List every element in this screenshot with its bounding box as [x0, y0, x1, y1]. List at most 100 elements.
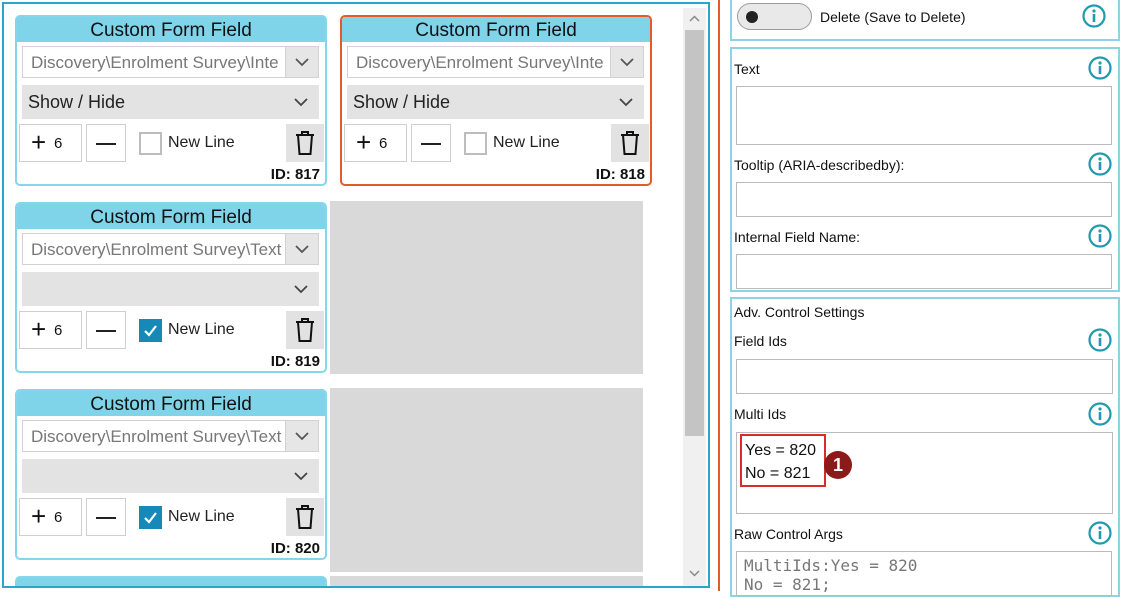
field-path-value: Discovery\Enrolment Survey\Text	[31, 240, 282, 259]
increase-width-button[interactable]: + 6	[19, 498, 82, 536]
vertical-scrollbar[interactable]	[683, 8, 706, 586]
check-icon	[144, 512, 157, 524]
info-icon[interactable]	[1088, 521, 1112, 545]
field-ids-input[interactable]	[736, 359, 1113, 394]
toggle-knob	[746, 11, 758, 23]
minus-icon	[96, 143, 116, 145]
width-value: 6	[54, 322, 63, 339]
callout-number-badge: 1	[824, 451, 852, 479]
delete-toggle[interactable]	[737, 3, 812, 30]
new-line-label: New Line	[168, 321, 235, 338]
delete-toggle-label: Delete (Save to Delete)	[820, 9, 966, 25]
plus-icon: +	[31, 501, 47, 531]
delete-field-button[interactable]	[286, 124, 324, 162]
text-input[interactable]	[736, 86, 1112, 145]
form-field-card[interactable]: Custom Form Field Discovery\Enrolment Su…	[15, 15, 327, 186]
internal-field-name-label: Internal Field Name:	[734, 229, 861, 245]
increase-width-button[interactable]: + 6	[19, 311, 82, 349]
delete-field-button[interactable]	[286, 498, 324, 536]
empty-layout-slot	[330, 576, 643, 586]
chevron-down-icon[interactable]	[285, 47, 318, 77]
scroll-down-arrow-icon[interactable]	[683, 562, 706, 584]
card-title: Custom Form Field	[17, 391, 325, 416]
new-line-checkbox[interactable]	[139, 319, 162, 342]
form-field-card-selected[interactable]: Custom Form Field Discovery\Enrolment Su…	[340, 15, 652, 186]
plus-icon: +	[356, 127, 372, 157]
empty-layout-slot	[330, 388, 643, 572]
decrease-width-button[interactable]	[86, 124, 126, 162]
visibility-mode-value: Show / Hide	[28, 92, 126, 112]
raw-args-line: MultiIds:Yes = 820	[744, 556, 918, 575]
info-icon[interactable]	[1088, 328, 1112, 352]
info-icon[interactable]	[1088, 152, 1112, 176]
minus-icon	[96, 330, 116, 332]
field-ids-label: Field Ids	[734, 333, 787, 349]
raw-control-args-label: Raw Control Args	[734, 526, 843, 542]
tooltip-input[interactable]	[736, 182, 1112, 217]
new-line-label: New Line	[168, 134, 235, 151]
visibility-mode-select[interactable]: Show / Hide	[347, 85, 644, 119]
trash-icon	[621, 131, 639, 155]
internal-field-name-input[interactable]	[736, 254, 1112, 289]
trash-icon	[296, 505, 314, 529]
card-title: Custom Form Field	[342, 17, 650, 42]
field-path-value: Discovery\Enrolment Survey\Inte	[31, 53, 279, 72]
text-label: Text	[734, 61, 760, 77]
delete-field-button[interactable]	[611, 124, 649, 162]
panel-divider[interactable]	[718, 0, 720, 591]
minus-icon	[96, 517, 116, 519]
field-path-select[interactable]: Discovery\Enrolment Survey\Inte	[22, 46, 319, 78]
form-field-card-partial[interactable]	[15, 576, 327, 586]
increase-width-button[interactable]: + 6	[344, 124, 407, 162]
visibility-mode-value: Show / Hide	[353, 92, 451, 112]
plus-icon: +	[31, 127, 47, 157]
width-value: 6	[54, 509, 63, 526]
chevron-down-icon[interactable]	[285, 234, 318, 264]
check-icon	[144, 325, 157, 337]
chevron-down-icon[interactable]	[610, 47, 643, 77]
increase-width-button[interactable]: + 6	[19, 124, 82, 162]
visibility-mode-select[interactable]	[22, 459, 319, 493]
multi-ids-label: Multi Ids	[734, 406, 787, 422]
tooltip-label: Tooltip (ARIA-describedby):	[734, 157, 905, 173]
visibility-mode-select[interactable]: Show / Hide	[22, 85, 319, 119]
form-field-card[interactable]: Custom Form Field Discovery\Enrolment Su…	[15, 389, 327, 560]
trash-icon	[296, 318, 314, 342]
decrease-width-button[interactable]	[411, 124, 451, 162]
new-line-checkbox[interactable]	[139, 506, 162, 529]
field-id-label: ID: 818	[595, 166, 645, 183]
field-id-label: ID: 819	[270, 353, 320, 370]
decrease-width-button[interactable]	[86, 311, 126, 349]
new-line-label: New Line	[168, 508, 235, 525]
new-line-checkbox[interactable]	[139, 132, 162, 155]
field-path-select[interactable]: Discovery\Enrolment Survey\Text	[22, 420, 319, 452]
chevron-down-icon	[289, 85, 313, 119]
scrollbar-thumb[interactable]	[685, 30, 704, 436]
minus-icon	[421, 143, 441, 145]
new-line-checkbox[interactable]	[464, 132, 487, 155]
plus-icon: +	[31, 314, 47, 344]
info-icon[interactable]	[1082, 4, 1106, 28]
field-id-label: ID: 820	[270, 540, 320, 557]
field-path-select[interactable]: Discovery\Enrolment Survey\Inte	[347, 46, 644, 78]
delete-field-button[interactable]	[286, 311, 324, 349]
trash-icon	[296, 131, 314, 155]
raw-args-line: No = 821;	[744, 575, 831, 594]
section-title: Adv. Control Settings	[734, 304, 865, 320]
new-line-label: New Line	[493, 134, 560, 151]
info-icon[interactable]	[1088, 224, 1112, 248]
info-icon[interactable]	[1088, 56, 1112, 80]
visibility-mode-select[interactable]	[22, 272, 319, 306]
field-id-label: ID: 817	[270, 166, 320, 183]
form-field-card[interactable]: Custom Form Field Discovery\Enrolment Su…	[15, 202, 327, 373]
card-title: Custom Form Field	[17, 17, 325, 42]
field-path-select[interactable]: Discovery\Enrolment Survey\Text	[22, 233, 319, 265]
decrease-width-button[interactable]	[86, 498, 126, 536]
callout-highlight-box	[740, 434, 826, 487]
scroll-up-arrow-icon[interactable]	[683, 8, 706, 30]
width-value: 6	[379, 135, 388, 152]
field-path-value: Discovery\Enrolment Survey\Inte	[356, 53, 604, 72]
card-title: Custom Form Field	[17, 204, 325, 229]
chevron-down-icon[interactable]	[285, 421, 318, 451]
info-icon[interactable]	[1088, 402, 1112, 426]
